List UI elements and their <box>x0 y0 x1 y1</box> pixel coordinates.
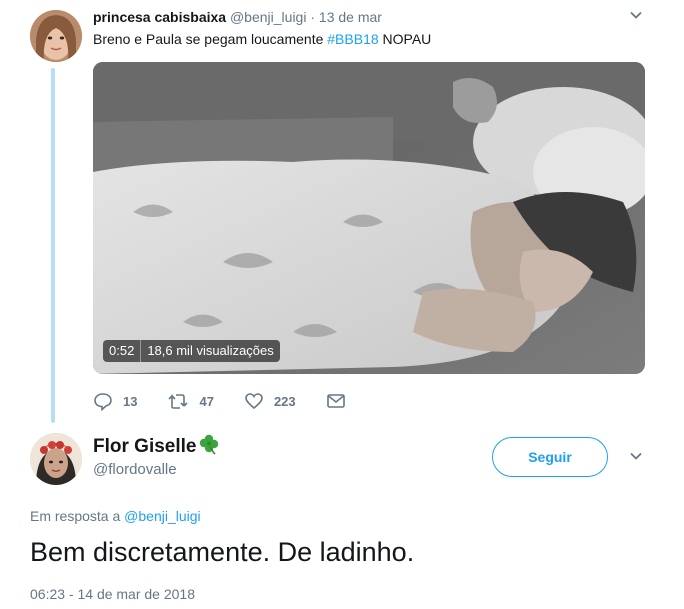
display-name: Flor Giselle <box>93 436 197 457</box>
reply-context: Em resposta a @benji_luigi <box>30 508 201 524</box>
user-handle[interactable]: @flordovalle <box>93 461 177 478</box>
follow-button[interactable]: Seguir <box>492 437 608 477</box>
mention-link[interactable]: @benji_luigi <box>124 508 200 524</box>
video-duration: 0:52 <box>109 343 135 358</box>
reply-count: 13 <box>123 393 138 409</box>
video-info-badge: 0:52 18,6 mil visualizações <box>103 340 280 362</box>
video-player[interactable]: 0:52 18,6 mil visualizações <box>93 62 645 374</box>
tweet-text: Breno e Paula se pegam loucamente #BBB18… <box>93 31 431 47</box>
reply-icon <box>94 393 112 411</box>
thread-connector-line <box>51 68 55 423</box>
direct-message-action[interactable] <box>326 391 356 411</box>
display-name[interactable]: princesa cabisbaixa <box>93 9 226 25</box>
like-count: 223 <box>273 393 296 409</box>
dm-icon <box>326 394 345 408</box>
tweet-text-end: NOPAU <box>378 31 432 47</box>
retweet-icon <box>168 394 189 409</box>
reply-prefix: Em resposta a <box>30 508 125 524</box>
clover-emoji <box>198 433 220 461</box>
reply-tweet-text: Bem discretamente. De ladinho. <box>30 537 415 567</box>
tweet-header: princesa cabisbaixa @benji_luigi · 13 de… <box>93 9 382 25</box>
reply-action[interactable]: 13 <box>93 391 137 411</box>
chevron-down-icon[interactable] <box>628 448 644 469</box>
retweet-count: 47 <box>199 393 214 409</box>
tweet-date[interactable]: 13 de mar <box>319 9 382 25</box>
retweet-action[interactable]: 47 <box>167 391 214 411</box>
avatar-benji-luigi[interactable] <box>30 10 82 62</box>
tweet-actions: 13 47 223 <box>93 388 386 414</box>
like-action[interactable]: 223 <box>244 391 296 411</box>
date-separator: · <box>306 9 319 25</box>
reply-author-name[interactable]: Flor Giselle <box>93 433 220 461</box>
hashtag-link[interactable]: #BBB18 <box>327 31 378 47</box>
tweet-text-start: Breno e Paula se pegam loucamente <box>93 31 328 47</box>
tweet-timestamp[interactable]: 06:23 - 14 de mar de 2018 <box>30 586 195 602</box>
video-thumbnail <box>93 62 645 374</box>
video-view-count: 18,6 mil visualizações <box>147 343 274 358</box>
avatar-flordovalle[interactable] <box>30 433 82 485</box>
chevron-down-icon[interactable] <box>628 7 644 28</box>
user-handle[interactable]: @benji_luigi <box>230 9 306 25</box>
like-icon <box>245 393 263 410</box>
